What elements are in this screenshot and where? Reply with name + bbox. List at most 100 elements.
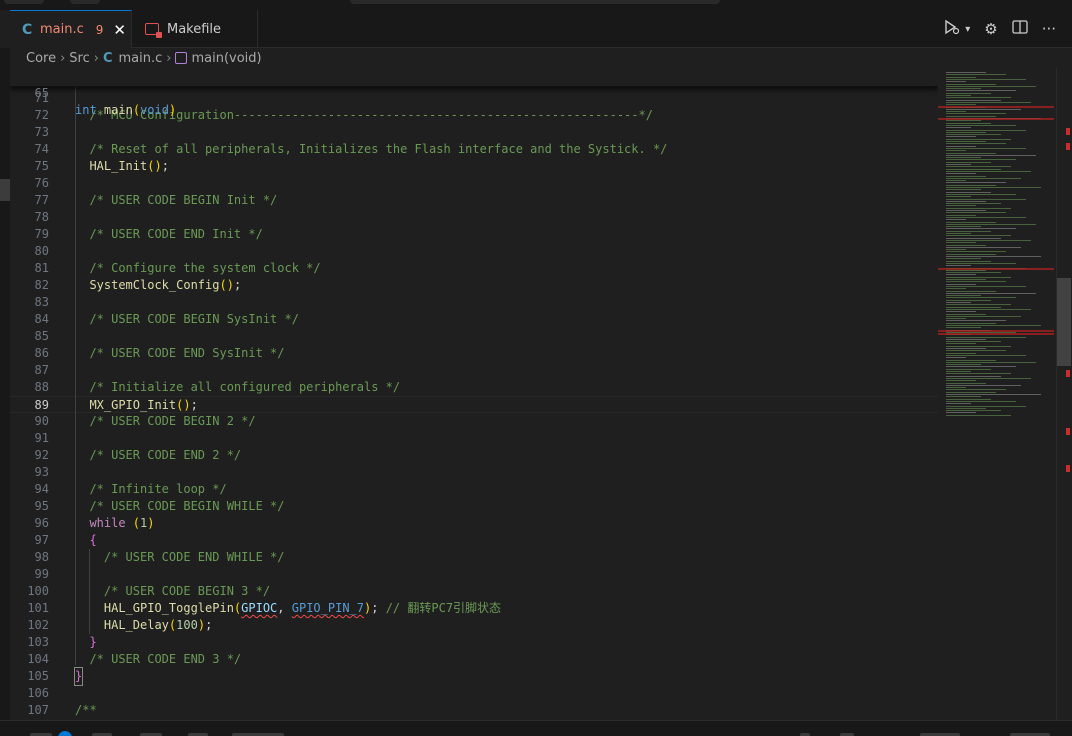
minimap-line [946, 380, 976, 382]
code-text: /* USER CODE BEGIN Init */ [89, 193, 278, 207]
chevron-down-icon[interactable]: ▾ [965, 24, 970, 35]
code-editor[interactable]: 65 int main(void) 71 72/* MCU Configurati… [10, 68, 938, 720]
code-line[interactable]: 73 [10, 124, 938, 141]
minimap-line [946, 295, 981, 297]
run-debug-icon[interactable] [943, 19, 961, 39]
code-line[interactable]: 97 { [10, 532, 938, 549]
code-line[interactable]: 107 /** [10, 702, 938, 719]
minimap-line [946, 210, 986, 211]
close-icon[interactable]: ✕ [113, 21, 126, 39]
scrollbar-thumb[interactable] [1057, 278, 1071, 366]
tab-main-c[interactable]: C main.c 9 ✕ [10, 10, 132, 48]
code-line[interactable]: 84 /* USER CODE BEGIN SysInit */ [10, 311, 938, 328]
line-number: 83 [34, 295, 49, 309]
code-line[interactable]: 86 /* USER CODE END SysInit */ [10, 345, 938, 362]
code-line[interactable]: 100 /* USER CODE BEGIN 3 */ [10, 583, 938, 600]
chevron-right-icon: › [166, 50, 172, 66]
code-line[interactable]: 105} [10, 667, 938, 686]
code-line[interactable]: 98 /* USER CODE END WHILE */ [10, 549, 938, 566]
line-number: 91 [34, 431, 49, 445]
minimap-line [946, 173, 976, 175]
code-text: /* USER CODE END 3 */ [89, 652, 242, 666]
minimap-line [946, 152, 996, 154]
minimap-line [946, 345, 1011, 347]
code-line[interactable]: 102 HAL_Delay(100); [10, 617, 938, 634]
minimap[interactable] [938, 68, 1056, 720]
minimap-error-line [938, 333, 1054, 335]
minimap-line [946, 115, 996, 117]
split-editor-icon[interactable] [1012, 20, 1028, 38]
minimap-line [946, 361, 1036, 363]
minimap-line [946, 371, 971, 372]
line-number: 65 [34, 86, 49, 100]
minimap-line [946, 258, 981, 260]
code-text: /* USER CODE END 2 */ [89, 448, 242, 462]
notification-badge [58, 731, 72, 736]
line-number: 86 [34, 346, 49, 360]
code-line[interactable]: 75 HAL_Init(); [10, 158, 938, 175]
code-text: } [73, 667, 84, 686]
more-actions-icon[interactable]: ··· [1042, 20, 1056, 38]
line-number: 76 [34, 176, 49, 190]
minimap-line [946, 366, 1016, 368]
code-line[interactable]: 80 [10, 243, 938, 260]
sticky-scroll-header[interactable]: 65 int main(void) [10, 68, 938, 117]
code-line[interactable]: 91 [10, 430, 938, 447]
minimap-line [946, 90, 1016, 92]
minimap-line [946, 249, 966, 251]
status-bar [0, 720, 1072, 736]
code-line[interactable]: 82 SystemClock_Config(); [10, 277, 938, 294]
symbol-method-icon [175, 52, 188, 64]
line-number: 88 [34, 380, 49, 394]
minimap-line [946, 193, 1016, 195]
breadcrumb-item-src[interactable]: Src [69, 51, 89, 66]
settings-gear-icon[interactable]: ⚙ [984, 20, 997, 38]
code-line[interactable]: 83 [10, 294, 938, 311]
code-line[interactable]: 95 /* USER CODE BEGIN WHILE */ [10, 498, 938, 515]
code-line[interactable]: 101 HAL_GPIO_TogglePin(GPIOC, GPIO_PIN_7)… [10, 600, 938, 617]
breadcrumb-item-core[interactable]: Core [26, 51, 56, 66]
line-number: 85 [34, 329, 49, 343]
code-line[interactable]: 94 /* Infinite loop */ [10, 481, 938, 498]
minimap-line [946, 315, 1021, 317]
code-line[interactable]: 96 while (1) [10, 515, 938, 532]
minimap-line [946, 242, 976, 244]
minimap-line [946, 101, 1031, 103]
minimap-line [946, 306, 1001, 308]
code-line[interactable]: 76 [10, 175, 938, 192]
tab-makefile[interactable]: Makefile [133, 10, 258, 48]
code-line[interactable]: 92 /* USER CODE END 2 */ [10, 447, 938, 464]
code-line[interactable]: 74 /* Reset of all peripherals, Initializ… [10, 141, 938, 158]
breadcrumb-item-symbol[interactable]: main(void) [191, 51, 261, 66]
minimap-line [946, 154, 1036, 156]
line-number: 105 [27, 669, 49, 683]
minimap-line [946, 83, 996, 85]
code-line[interactable]: 81 /* Configure the system clock */ [10, 260, 938, 277]
minimap-line [946, 318, 966, 320]
editor-tab-bar: C main.c 9 ✕ Makefile [10, 10, 1072, 48]
line-number: 102 [27, 618, 49, 632]
minimap-line [946, 410, 1001, 412]
vertical-scrollbar[interactable] [1056, 68, 1071, 720]
code-line[interactable]: 103} [10, 634, 938, 651]
code-line[interactable]: 85 [10, 328, 938, 345]
minimap-line [946, 368, 991, 370]
code-line[interactable]: 77 /* USER CODE BEGIN Init */ [10, 192, 938, 209]
code-line[interactable]: 99 [10, 566, 938, 583]
code-text: MX_GPIO_Init(); [89, 398, 198, 412]
line-number: 106 [27, 686, 49, 700]
line-number: 95 [34, 499, 49, 513]
code-line[interactable]: 106 [10, 685, 938, 702]
code-line[interactable]: 88 /* Initialize all configured periphera… [10, 379, 938, 396]
code-line[interactable]: 90 /* USER CODE BEGIN 2 */ [10, 413, 938, 430]
breadcrumb-item-file[interactable]: main.c [119, 51, 163, 66]
minimap-line [946, 88, 981, 90]
code-line[interactable]: 93 [10, 464, 938, 481]
code-line[interactable]: 104 /* USER CODE END 3 */ [10, 651, 938, 668]
code-line[interactable]: 78 [10, 209, 938, 226]
line-number: 98 [34, 550, 49, 564]
code-line[interactable]: 89 MX_GPIO_Init(); [10, 396, 938, 413]
line-number: 74 [34, 142, 49, 156]
code-line[interactable]: 79 /* USER CODE END Init */ [10, 226, 938, 243]
code-line[interactable]: 87 [10, 362, 938, 379]
